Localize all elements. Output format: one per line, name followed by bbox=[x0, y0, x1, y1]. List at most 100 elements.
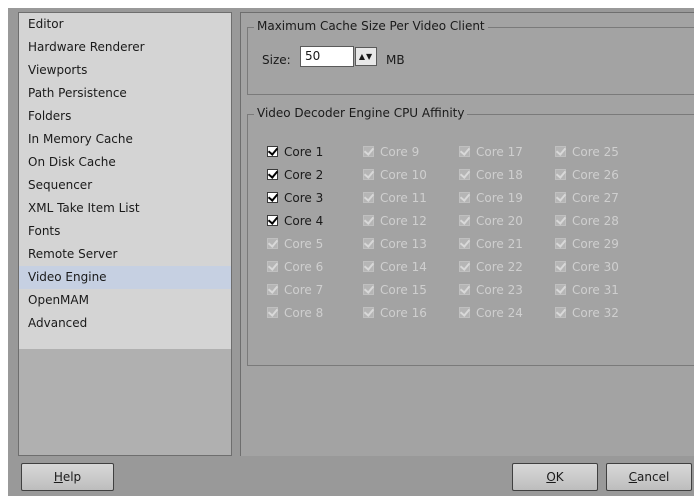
checkbox-icon bbox=[267, 284, 278, 295]
sidebar-item-viewports[interactable]: Viewports bbox=[19, 59, 231, 82]
core-checkbox: Core 31 bbox=[555, 281, 619, 299]
cancel-label-post: ancel bbox=[637, 470, 670, 484]
core-checkbox: Core 25 bbox=[555, 143, 619, 161]
core-checkbox: Core 27 bbox=[555, 189, 619, 207]
sidebar-item-video-engine[interactable]: Video Engine bbox=[19, 266, 231, 289]
sidebar-item-hardware-renderer[interactable]: Hardware Renderer bbox=[19, 36, 231, 59]
core-label: Core 23 bbox=[476, 283, 523, 297]
core-checkbox: Core 21 bbox=[459, 235, 523, 253]
core-checkbox: Core 8 bbox=[267, 304, 323, 322]
core-checkbox: Core 5 bbox=[267, 235, 323, 253]
sidebar-item-editor[interactable]: Editor bbox=[19, 13, 231, 36]
spin-down-icon[interactable]: ▼ bbox=[366, 52, 373, 61]
core-checkbox: Core 10 bbox=[363, 166, 427, 184]
sidebar-item-on-disk-cache[interactable]: On Disk Cache bbox=[19, 151, 231, 174]
preferences-sidebar: Editor Hardware Renderer Viewports Path … bbox=[18, 12, 232, 456]
core-label: Core 6 bbox=[284, 260, 324, 274]
checkbox-icon bbox=[555, 215, 566, 226]
checkbox-icon[interactable] bbox=[267, 192, 278, 203]
cancel-mnemonic: C bbox=[628, 470, 638, 484]
core-checkbox: Core 29 bbox=[555, 235, 619, 253]
spin-up-icon[interactable]: ▲ bbox=[359, 52, 366, 61]
cache-size-group-title: Maximum Cache Size Per Video Client bbox=[254, 19, 488, 33]
core-checkbox: Core 6 bbox=[267, 258, 323, 276]
sidebar-item-remote-server[interactable]: Remote Server bbox=[19, 243, 231, 266]
core-checkbox: Core 13 bbox=[363, 235, 427, 253]
checkbox-icon bbox=[363, 192, 374, 203]
core-label: Core 7 bbox=[284, 283, 324, 297]
checkbox-icon bbox=[363, 261, 374, 272]
checkbox-icon bbox=[267, 307, 278, 318]
core-label: Core 19 bbox=[476, 191, 523, 205]
sidebar-item-sequencer[interactable]: Sequencer bbox=[19, 174, 231, 197]
sidebar-item-in-memory-cache[interactable]: In Memory Cache bbox=[19, 128, 231, 151]
core-label: Core 15 bbox=[380, 283, 427, 297]
core-label: Core 29 bbox=[572, 237, 619, 251]
core-label: Core 14 bbox=[380, 260, 427, 274]
core-label: Core 13 bbox=[380, 237, 427, 251]
core-checkbox[interactable]: Core 4 bbox=[267, 212, 323, 230]
sidebar-item-advanced[interactable]: Advanced bbox=[19, 312, 231, 335]
checkbox-icon bbox=[459, 146, 470, 157]
settings-panel: Maximum Cache Size Per Video Client Size… bbox=[240, 12, 694, 456]
core-checkbox: Core 17 bbox=[459, 143, 523, 161]
core-label: Core 22 bbox=[476, 260, 523, 274]
checkbox-icon bbox=[459, 307, 470, 318]
cancel-button[interactable]: Cancel bbox=[606, 463, 692, 491]
checkbox-icon bbox=[459, 284, 470, 295]
checkbox-icon bbox=[555, 169, 566, 180]
core-label: Core 11 bbox=[380, 191, 427, 205]
checkbox-icon bbox=[363, 146, 374, 157]
core-checkbox: Core 15 bbox=[363, 281, 427, 299]
core-checkbox: Core 12 bbox=[363, 212, 427, 230]
ok-mnemonic: O bbox=[546, 470, 556, 484]
core-checkbox[interactable]: Core 3 bbox=[267, 189, 323, 207]
core-checkbox[interactable]: Core 1 bbox=[267, 143, 323, 161]
core-checkbox: Core 24 bbox=[459, 304, 523, 322]
core-label: Core 18 bbox=[476, 168, 523, 182]
core-label: Core 1 bbox=[284, 145, 324, 159]
core-label: Core 4 bbox=[284, 214, 324, 228]
checkbox-icon bbox=[459, 169, 470, 180]
core-label: Core 9 bbox=[380, 145, 420, 159]
core-label: Core 25 bbox=[572, 145, 619, 159]
core-label: Core 12 bbox=[380, 214, 427, 228]
ok-label-post: K bbox=[555, 470, 564, 484]
core-label: Core 17 bbox=[476, 145, 523, 159]
core-label: Core 24 bbox=[476, 306, 523, 320]
core-checkbox: Core 19 bbox=[459, 189, 523, 207]
core-checkbox: Core 28 bbox=[555, 212, 619, 230]
checkbox-icon bbox=[555, 307, 566, 318]
checkbox-icon[interactable] bbox=[267, 169, 278, 180]
checkbox-icon bbox=[555, 261, 566, 272]
size-label: Size: bbox=[262, 53, 291, 67]
checkbox-icon bbox=[555, 146, 566, 157]
core-checkbox[interactable]: Core 2 bbox=[267, 166, 323, 184]
core-checkbox: Core 30 bbox=[555, 258, 619, 276]
checkbox-icon[interactable] bbox=[267, 215, 278, 226]
ok-button[interactable]: OK bbox=[512, 463, 598, 491]
checkbox-icon bbox=[363, 238, 374, 249]
core-checkbox: Core 26 bbox=[555, 166, 619, 184]
sidebar-item-xml-take-item-list[interactable]: XML Take Item List bbox=[19, 197, 231, 220]
sidebar-item-folders[interactable]: Folders bbox=[19, 105, 231, 128]
core-label: Core 21 bbox=[476, 237, 523, 251]
sidebar-item-openmam[interactable]: OpenMAM bbox=[19, 289, 231, 312]
cpu-affinity-group-title: Video Decoder Engine CPU Affinity bbox=[254, 106, 468, 120]
help-button[interactable]: Help bbox=[21, 463, 114, 491]
core-label: Core 26 bbox=[572, 168, 619, 182]
checkbox-icon bbox=[555, 238, 566, 249]
cache-size-input[interactable]: 50 bbox=[300, 46, 354, 67]
preferences-dialog: Editor Hardware Renderer Viewports Path … bbox=[8, 8, 694, 496]
help-label-post: elp bbox=[62, 470, 82, 484]
core-label: Core 16 bbox=[380, 306, 427, 320]
core-checkbox: Core 22 bbox=[459, 258, 523, 276]
core-checkbox: Core 16 bbox=[363, 304, 427, 322]
sidebar-item-fonts[interactable]: Fonts bbox=[19, 220, 231, 243]
sidebar-item-path-persistence[interactable]: Path Persistence bbox=[19, 82, 231, 105]
core-checkbox: Core 20 bbox=[459, 212, 523, 230]
core-label: Core 2 bbox=[284, 168, 324, 182]
cache-size-spinner[interactable]: ▲▼ bbox=[355, 47, 377, 66]
checkbox-icon[interactable] bbox=[267, 146, 278, 157]
checkbox-icon bbox=[363, 307, 374, 318]
